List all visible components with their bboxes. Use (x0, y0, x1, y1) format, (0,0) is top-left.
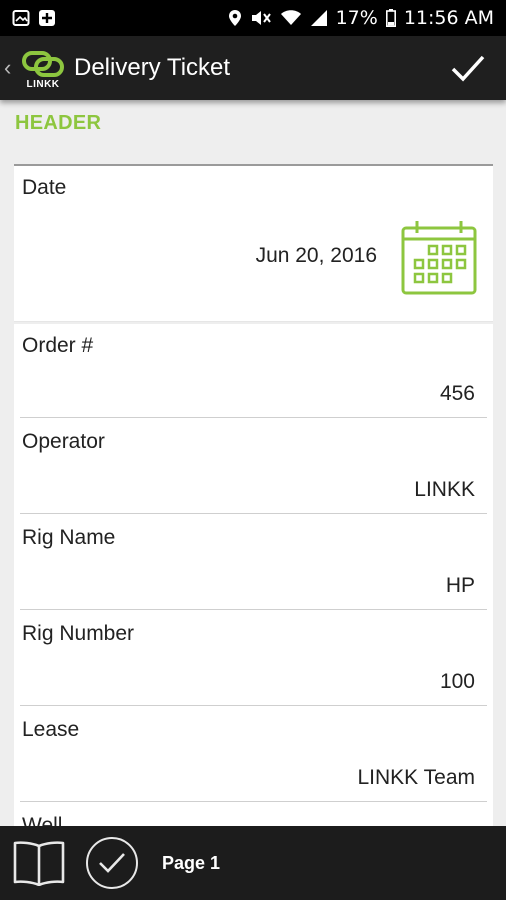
field-value[interactable]: LINKK (414, 478, 475, 502)
status-bar-left (12, 9, 56, 27)
order-number-field[interactable]: Order # 456 (14, 324, 493, 420)
page-list-button[interactable] (12, 838, 66, 888)
open-book-icon (13, 841, 65, 886)
page-title: Delivery Ticket (74, 54, 231, 81)
status-bar-right: 17% 11:56 AM (228, 7, 494, 29)
calendar-button[interactable] (400, 219, 478, 296)
field-label: Order # (22, 334, 94, 357)
status-bar: 17% 11:56 AM (0, 0, 506, 36)
check-icon (99, 853, 125, 873)
field-underline (20, 513, 487, 514)
field-underline (20, 417, 487, 418)
date-label: Date (22, 176, 67, 199)
bottom-bar: Page 1 (0, 826, 506, 900)
field-label: Lease (22, 718, 80, 741)
plus-notification-icon (38, 9, 56, 27)
rig-number-field[interactable]: Rig Number 100 (14, 612, 493, 708)
section-header: HEADER (15, 112, 102, 134)
date-value[interactable]: Jun 20, 2016 (256, 244, 377, 268)
field-value[interactable]: 456 (440, 382, 475, 406)
location-icon (228, 9, 242, 27)
linkk-logo[interactable]: LINKK (18, 44, 68, 92)
well-field[interactable]: Well (14, 804, 493, 826)
linkk-logo-mark (22, 51, 64, 77)
rig-name-field[interactable]: Rig Name HP (14, 516, 493, 612)
battery-icon (385, 9, 396, 27)
wifi-icon (280, 9, 302, 27)
complete-page-button[interactable] (86, 837, 138, 889)
field-underline (20, 609, 487, 610)
lease-field[interactable]: Lease LINKK Team (14, 708, 493, 804)
gallery-notification-icon (12, 9, 30, 27)
page-label: Page 1 (162, 852, 221, 873)
clock: 11:56 AM (403, 7, 494, 29)
back-chevron-icon[interactable]: ‹ (4, 55, 16, 81)
battery-percent: 17% (335, 7, 378, 29)
signal-icon (310, 9, 328, 27)
field-label: Rig Name (22, 526, 116, 549)
calendar-icon (401, 221, 477, 295)
logo-text: LINKK (26, 79, 60, 90)
operator-field[interactable]: Operator LINKK (14, 420, 493, 516)
mute-icon (250, 9, 272, 27)
app-bar: ‹ LINKK Delivery Ticket (0, 36, 506, 100)
form-card: Date Jun 20, 2016 Order # 456 Operator L… (14, 166, 493, 826)
field-value[interactable]: HP (446, 574, 475, 598)
field-underline (20, 801, 487, 802)
field-value[interactable]: 100 (440, 670, 475, 694)
field-underline (20, 705, 487, 706)
confirm-button[interactable] (448, 48, 488, 88)
checkmark-icon (451, 55, 485, 82)
field-label: Operator (22, 430, 105, 453)
field-label: Well (22, 814, 63, 826)
field-label: Rig Number (22, 622, 135, 645)
field-value[interactable]: LINKK Team (358, 766, 476, 790)
date-field[interactable]: Date Jun 20, 2016 (14, 166, 493, 322)
